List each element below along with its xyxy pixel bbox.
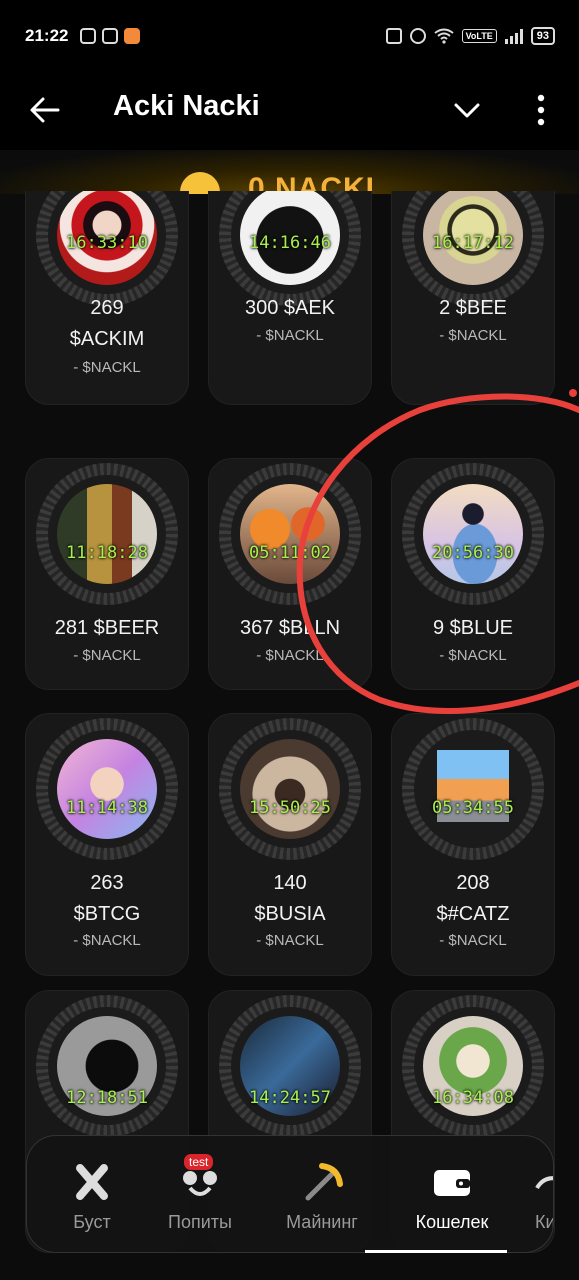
anime-girl-avatar bbox=[57, 739, 157, 839]
token-card[interactable]: 16:33:10 269 $ACKIM - $NACKL bbox=[25, 191, 189, 405]
app-header: Acki Nacki bbox=[0, 75, 579, 150]
token-card[interactable]: 05:34:55 208 $#CATZ - $NACKL bbox=[391, 713, 555, 976]
token-amount: 2 $BEE bbox=[439, 297, 507, 319]
nav-label: Буст bbox=[73, 1212, 111, 1232]
token-timer: 05:34:55 bbox=[432, 798, 514, 818]
nav-label: Попиты bbox=[168, 1212, 232, 1232]
status-time: 21:22 bbox=[25, 26, 69, 45]
token-card[interactable]: 15:50:25 140 $BUSIA - $NACKL bbox=[208, 713, 372, 976]
token-sub-value: - $NACKL bbox=[439, 327, 507, 344]
token-card[interactable]: 20:56:30 9 $BLUE - $NACKL bbox=[391, 458, 555, 690]
volte-indicator: VoLTE bbox=[461, 29, 497, 43]
nav-item-wallet[interactable]: Кошелек bbox=[392, 1136, 512, 1252]
active-tab-indicator bbox=[365, 1250, 507, 1253]
whale-icon bbox=[535, 1176, 553, 1190]
token-timer: 20:56:30 bbox=[432, 543, 514, 563]
token-sub-value: - $NACKL bbox=[439, 647, 507, 664]
beer-shelf-avatar bbox=[57, 484, 157, 584]
token-card[interactable]: 14:16:46 300 $AEK - $NACKL bbox=[208, 191, 372, 405]
status-bar: 21:22 VoLTE 93 bbox=[0, 0, 579, 75]
token-timer: 14:16:46 bbox=[249, 233, 331, 253]
nav-label: Кошелек bbox=[415, 1212, 489, 1232]
token-timer: 15:50:25 bbox=[249, 798, 331, 818]
alarm-icon bbox=[409, 28, 426, 44]
token-sub-value: - $NACKL bbox=[73, 647, 141, 664]
token-amount: 300 $AEK bbox=[244, 297, 336, 319]
pickaxe-icon bbox=[305, 1163, 343, 1201]
test-badge: test bbox=[184, 1154, 214, 1170]
token-amount: 140 $BUSIA bbox=[254, 872, 326, 925]
kebab-menu-icon[interactable] bbox=[535, 92, 547, 128]
token-amount: 9 $BLUE bbox=[432, 617, 514, 639]
arrow-left-icon[interactable] bbox=[28, 93, 62, 127]
token-sub-value: - $NACKL bbox=[439, 932, 507, 949]
nfc-icon bbox=[385, 28, 402, 44]
token-grid: 16:33:10 269 $ACKIM - $NACKL 14:16:46 30… bbox=[0, 191, 579, 1280]
token-timer: 11:14:38 bbox=[66, 798, 148, 818]
token-card[interactable]: 11:18:28 281 $BEER - $NACKL bbox=[25, 458, 189, 690]
token-sub-value: - $NACKL bbox=[73, 359, 141, 376]
nav-item-whale[interactable]: Кит bbox=[527, 1136, 553, 1252]
nav-item-boost[interactable]: Буст bbox=[42, 1136, 142, 1252]
status-indicators: VoLTE 93 bbox=[385, 27, 555, 45]
token-timer: 05:11:02 bbox=[249, 543, 331, 563]
chevron-down-icon[interactable] bbox=[452, 95, 482, 125]
notification-icons bbox=[80, 28, 140, 44]
x-logo-icon bbox=[76, 1164, 108, 1200]
token-timer: 16:17:12 bbox=[432, 233, 514, 253]
nav-label: Майнинг bbox=[286, 1212, 358, 1232]
token-timer: 16:33:10 bbox=[66, 233, 148, 253]
token-card[interactable]: 05:11:02 367 $BLLN - $NACKL bbox=[208, 458, 372, 690]
token-timer: 14:24:57 bbox=[249, 1088, 331, 1108]
nav-label: Кит bbox=[535, 1212, 553, 1232]
wallet-icon bbox=[434, 1170, 470, 1196]
instagram-icon bbox=[80, 28, 96, 44]
signal-icon bbox=[504, 28, 523, 44]
token-amount: 281 $BEER bbox=[54, 617, 160, 639]
token-timer: 12:18:51 bbox=[66, 1088, 148, 1108]
page-title: Acki Nacki bbox=[113, 90, 260, 122]
gmail-icon bbox=[102, 28, 118, 44]
token-sub-value: - $NACKL bbox=[256, 932, 324, 949]
battery-indicator: 93 bbox=[530, 27, 555, 45]
balance-strip: 0 NACKL bbox=[0, 150, 579, 194]
token-card[interactable]: 16:17:12 2 $BEE - $NACKL bbox=[391, 191, 555, 405]
nav-item-mining[interactable]: Майнинг bbox=[267, 1136, 377, 1252]
token-timer: 16:34:08 bbox=[432, 1088, 514, 1108]
siamese-cat-avatar bbox=[240, 739, 340, 839]
token-amount: 269 $ACKIM bbox=[69, 297, 145, 350]
wifi-icon bbox=[433, 28, 454, 44]
hot-air-balloons-avatar bbox=[240, 484, 340, 584]
token-timer: 11:18:28 bbox=[66, 543, 148, 563]
token-amount: 263 $BTCG bbox=[73, 872, 141, 925]
bottom-nav: Буст Попиты Майнинг Кошелек Кит bbox=[26, 1135, 554, 1253]
token-amount: 367 $BLLN bbox=[239, 617, 341, 639]
token-sub-value: - $NACKL bbox=[256, 647, 324, 664]
token-sub-value: - $NACKL bbox=[256, 327, 324, 344]
token-amount: 208 $#CATZ bbox=[436, 872, 510, 925]
blue-dress-girl-avatar bbox=[423, 484, 523, 584]
app-notification-icon bbox=[124, 28, 140, 44]
token-card[interactable]: 11:14:38 263 $BTCG - $NACKL bbox=[25, 713, 189, 976]
token-sub-value: - $NACKL bbox=[73, 932, 141, 949]
